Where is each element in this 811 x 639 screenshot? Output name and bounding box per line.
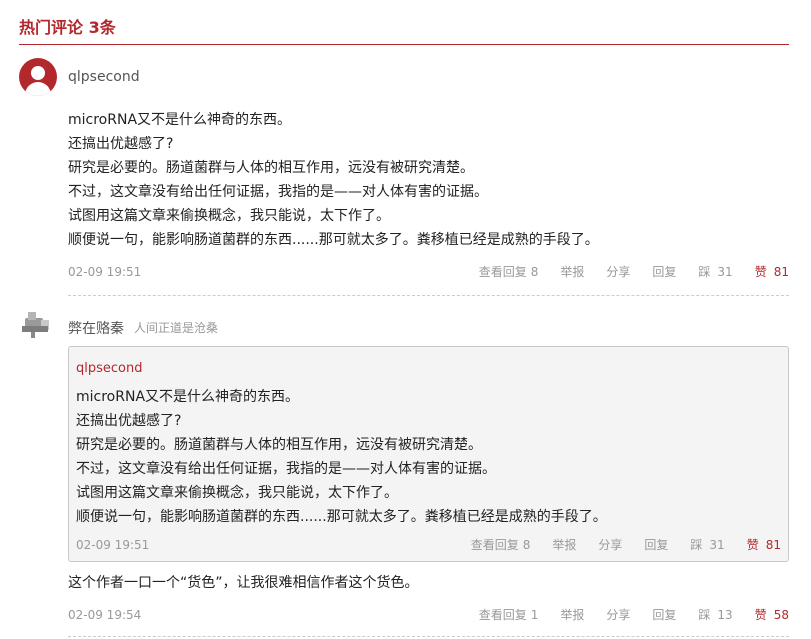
- view-replies-link[interactable]: 查看回复 8: [479, 262, 539, 282]
- user-avatar[interactable]: [19, 306, 53, 340]
- thumb-down-icon: 踩: [690, 538, 703, 552]
- report-button[interactable]: 举报: [560, 605, 584, 625]
- reply-count: 1: [530, 608, 539, 622]
- reply-button[interactable]: 回复: [652, 262, 676, 282]
- comment-actions: 查看回复 8 举报 分享 回复 踩 31 赞 81: [457, 262, 789, 282]
- share-button[interactable]: 分享: [606, 605, 630, 625]
- thumb-up-icon: 赞: [746, 538, 759, 552]
- comment-body: microRNA又不是什么神奇的东西。 还搞出优越感了? 研究是必要的。肠道菌群…: [68, 108, 599, 252]
- like-button[interactable]: 赞 58: [755, 605, 789, 625]
- like-button[interactable]: 赞 81: [755, 262, 789, 282]
- user-avatar[interactable]: [19, 58, 57, 96]
- view-replies-label: 查看回复: [470, 538, 519, 552]
- quoted-username[interactable]: qlpsecond: [76, 361, 142, 376]
- section-title: 热门评论 3条: [19, 18, 116, 37]
- share-button[interactable]: 分享: [598, 535, 622, 555]
- comment-meta: 02-09 19:54 查看回复 1 举报 分享 回复 踩 13 赞 58: [68, 605, 789, 625]
- quoted-actions: 查看回复 8 举报 分享 回复 踩 31 赞 81: [449, 535, 781, 555]
- comment-time: 02-09 19:51: [68, 265, 142, 279]
- share-button[interactable]: 分享: [606, 262, 630, 282]
- dislike-button[interactable]: 踩 13: [698, 605, 732, 625]
- comment-line: 研究是必要的。肠道菌群与人体的相互作用，远没有被研究清楚。: [68, 160, 474, 176]
- hot-comments-header: 热门评论 3条: [19, 14, 789, 45]
- comment-line: microRNA又不是什么神奇的东西。: [68, 112, 292, 128]
- comment-line: 顺便说一句，能影响肠道菌群的东西......那可就太多了。粪移植已经是成熟的手段…: [68, 232, 599, 248]
- quoted-meta: 02-09 19:51 查看回复 8 举报 分享 回复 踩 31 赞 81: [76, 535, 781, 555]
- dislike-button[interactable]: 踩 31: [698, 262, 732, 282]
- reply-count: 8: [522, 538, 531, 552]
- comment-line: 还搞出优越感了?: [68, 136, 174, 152]
- comment-line: 试图用这篇文章来偷换概念，我只能说，太下作了。: [68, 208, 390, 224]
- quoted-comment: qlpsecond microRNA又不是什么神奇的东西。 还搞出优越感了? 研…: [68, 346, 789, 562]
- like-button[interactable]: 赞 81: [747, 535, 781, 555]
- quoted-line: microRNA又不是什么神奇的东西。: [76, 389, 300, 405]
- reply-button[interactable]: 回复: [652, 605, 676, 625]
- dislike-count: 13: [717, 608, 733, 622]
- comment-actions: 查看回复 1 举报 分享 回复 踩 13 赞 58: [457, 605, 789, 625]
- comment-meta: 02-09 19:51 查看回复 8 举报 分享 回复 踩 31 赞 81: [68, 262, 789, 282]
- user-tagline: 人间正道是沧桑: [134, 321, 219, 335]
- like-count: 58: [773, 608, 789, 622]
- quoted-time: 02-09 19:51: [76, 538, 150, 552]
- thumb-up-icon: 赞: [754, 265, 767, 279]
- view-replies-link[interactable]: 查看回复 8: [471, 535, 531, 555]
- report-button[interactable]: 举报: [560, 262, 584, 282]
- report-button[interactable]: 举报: [552, 535, 576, 555]
- thumb-up-icon: 赞: [754, 608, 767, 622]
- quoted-body: microRNA又不是什么神奇的东西。 还搞出优越感了? 研究是必要的。肠道菌群…: [76, 385, 607, 529]
- avatar-body: [25, 82, 51, 96]
- view-replies-link[interactable]: 查看回复 1: [479, 605, 539, 625]
- comment-time: 02-09 19:54: [68, 608, 142, 622]
- like-count: 81: [773, 265, 789, 279]
- view-replies-label: 查看回复: [478, 608, 527, 622]
- comment-divider: [68, 295, 789, 296]
- comment-body: 这个作者一口一个“货色”，让我很难相信作者这个货色。: [68, 575, 419, 591]
- quoted-line: 研究是必要的。肠道菌群与人体的相互作用，远没有被研究清楚。: [76, 437, 482, 453]
- comment-username[interactable]: 弊在赂秦: [68, 318, 124, 338]
- comment-divider: [68, 636, 789, 637]
- dislike-count: 31: [709, 538, 725, 552]
- comment-username[interactable]: qlpsecond: [68, 69, 140, 85]
- view-replies-label: 查看回复: [478, 265, 527, 279]
- quoted-line: 试图用这篇文章来偷换概念，我只能说，太下作了。: [76, 485, 398, 501]
- comment-line: 不过，这文章没有给出任何证据，我指的是——对人体有害的证据。: [68, 184, 488, 200]
- thumb-down-icon: 踩: [698, 265, 711, 279]
- quoted-line: 不过，这文章没有给出任何证据，我指的是——对人体有害的证据。: [76, 461, 496, 477]
- dislike-button[interactable]: 踩 31: [690, 535, 724, 555]
- reply-button[interactable]: 回复: [644, 535, 668, 555]
- avatar-head: [31, 66, 45, 80]
- reply-count: 8: [530, 265, 539, 279]
- thumb-down-icon: 踩: [698, 608, 711, 622]
- like-count: 81: [765, 538, 781, 552]
- quoted-line: 还搞出优越感了?: [76, 413, 182, 429]
- quoted-line: 顺便说一句，能影响肠道菌群的东西......那可就太多了。粪移植已经是成熟的手段…: [76, 509, 607, 525]
- dislike-count: 31: [717, 265, 733, 279]
